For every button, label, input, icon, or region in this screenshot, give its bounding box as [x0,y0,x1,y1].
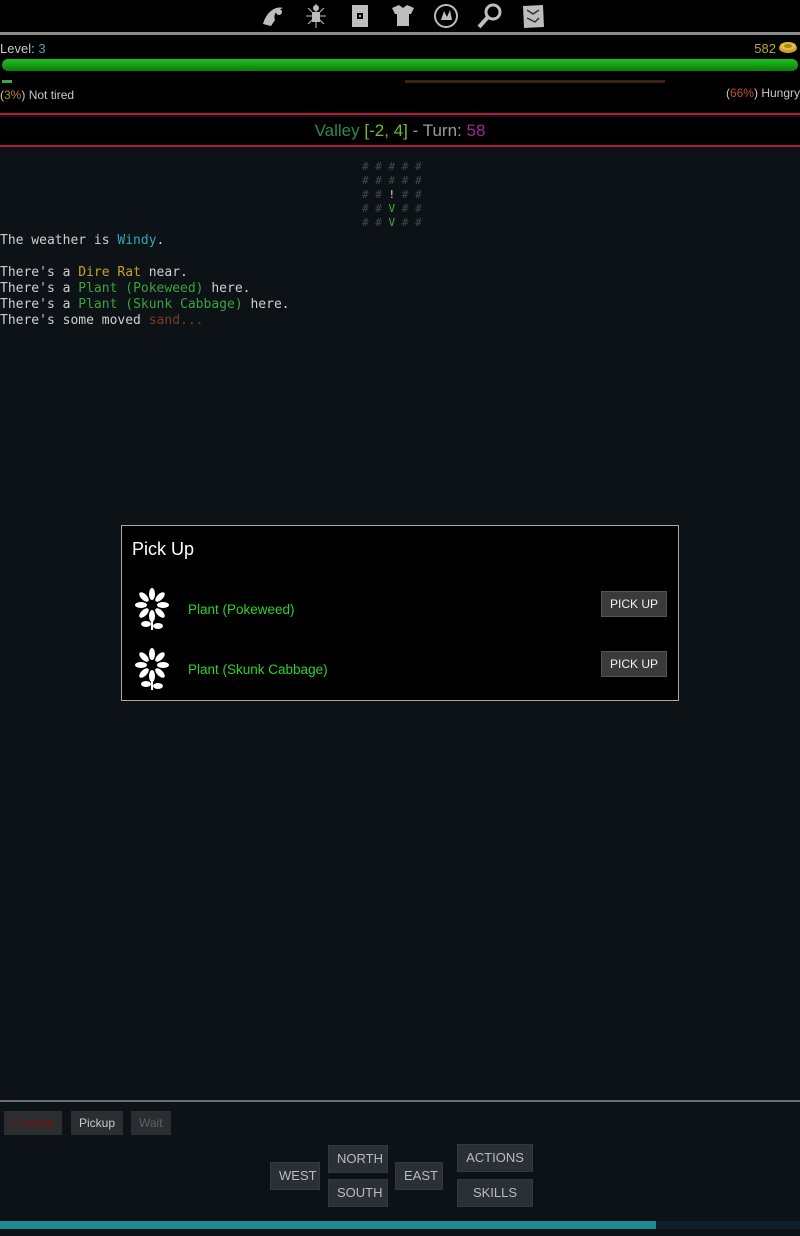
log-line-weather: The weather is Windy. [0,233,165,248]
gold-coins-icon [779,42,797,53]
log-line: There's a Plant (Skunk Cabbage) here. [0,297,290,312]
health-bar [2,59,798,71]
item-name: Plant (Pokeweed) [188,602,295,617]
item-name: Plant (Pokeweed) [78,281,204,296]
character-icon[interactable] [258,1,288,31]
minimap: # # # # # # # # # # # # ! # # # # V # # # # … [362,160,422,230]
list-item: Plant (Skunk Cabbage) PICK UP [122,648,678,696]
minimap-row: # # V # # [362,216,422,229]
dialog-title: Pick Up [132,539,195,559]
pickup-button[interactable]: Pickup [71,1111,124,1135]
minimap-row: # # V # # [362,202,422,215]
minimap-row: # # # # # [362,174,422,187]
stats-panel: Level: 3 582 (3%) Not tired (66%) Hungry [0,35,800,112]
map-icon[interactable] [518,1,548,31]
minimap-row: # # ! # # [362,188,422,201]
search-icon[interactable] [475,1,505,31]
creature-name: Dire Rat [78,265,141,280]
actions-button[interactable]: ACTIONS [457,1144,533,1172]
east-button[interactable]: EAST [395,1162,443,1190]
north-button[interactable]: NORTH [328,1145,388,1173]
pickup-dialog: Pick Up Plant (Pokeweed) PICK UP Plant (… [121,525,679,701]
hunger-bar [405,80,665,83]
flower-icon [135,588,169,630]
tiredness-label: Not tired [28,88,75,102]
message-log: The weather is Windy. There's a Dire Rat … [0,233,290,329]
turn-label: Turn: [422,121,462,140]
location-name: Valley [314,121,360,140]
hunger-status: (66%) Hungry [725,86,800,100]
flower-icon [135,648,169,690]
tiredness-percent: 3% [4,88,22,102]
hunger-label: Hungry [761,86,800,100]
location-x: -2 [369,121,385,140]
level-indicator: Level: 3 [0,41,46,56]
minimap-row: # # # # # [362,160,422,173]
location-bottom-border [0,145,800,147]
skills-button[interactable]: SKILLS [457,1179,533,1207]
armor-icon[interactable] [345,1,375,31]
location-header: Valley [-2, 4] - Turn: 58 [0,117,800,145]
location-y: 4 [393,121,404,140]
pick-up-button[interactable]: PICK UP [600,651,667,677]
tiredness-bar [2,80,12,83]
level-label: Level: [0,41,35,56]
progress-fill [0,1221,656,1229]
south-button[interactable]: SOUTH [328,1179,388,1207]
log-line: There's a Plant (Pokeweed) here. [0,281,251,296]
progress-bar [0,1221,800,1229]
top-toolbar [0,0,800,32]
item-name: Plant (Skunk Cabbage) [188,662,328,677]
gold-amount: 582 [754,41,776,56]
wait-button[interactable]: Wait [131,1111,171,1135]
item-name: Plant (Skunk Cabbage) [78,297,243,312]
combat-button[interactable]: Combat [4,1111,62,1135]
west-button[interactable]: WEST [270,1162,320,1190]
tiredness-status: (3%) Not tired [0,88,75,102]
log-line: There's some moved sand... [0,313,204,328]
log-line: There's a Dire Rat near. [0,265,188,280]
skills-icon[interactable] [431,1,461,31]
equipment-icon[interactable] [388,1,418,31]
location-top-border [0,113,800,115]
level-value: 3 [38,41,46,56]
weather-value: Windy [117,233,157,248]
terrain-name: sand... [148,313,204,328]
pick-up-button[interactable]: PICK UP [600,591,667,617]
list-item: Plant (Pokeweed) PICK UP [122,588,678,636]
hunger-percent: 66% [729,86,754,100]
body-icon[interactable] [301,1,331,31]
turn-number: 58 [466,121,486,140]
